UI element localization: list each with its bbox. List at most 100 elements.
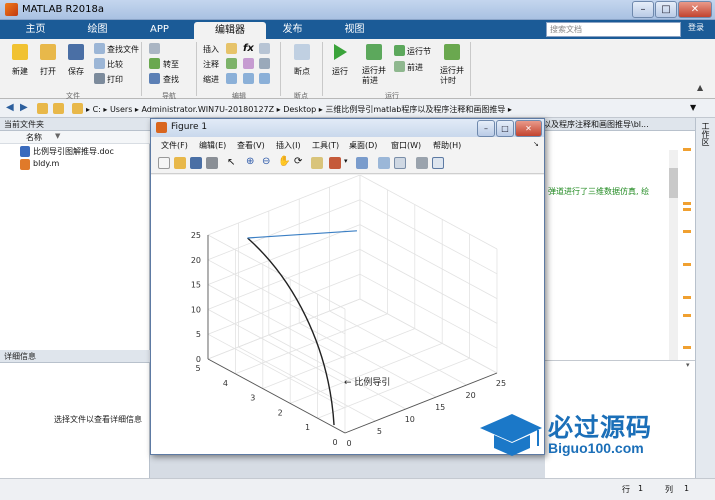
warning-marker[interactable] bbox=[683, 230, 691, 233]
breadcrumb-desktop[interactable]: Desktop bbox=[283, 105, 316, 114]
fx-button[interactable]: fx bbox=[243, 43, 254, 54]
workspace-tab[interactable]: 工作区 bbox=[700, 122, 711, 146]
collapse-ribbon-icon[interactable]: ▲ bbox=[697, 83, 703, 92]
folder-up-icon[interactable] bbox=[37, 103, 48, 114]
print-figure-icon[interactable] bbox=[206, 157, 218, 169]
zoom-out-icon[interactable]: ⊖ bbox=[262, 156, 270, 167]
warning-marker[interactable] bbox=[683, 346, 691, 349]
data-cursor-icon[interactable] bbox=[311, 157, 323, 169]
address-dropdown-icon[interactable]: ▼ bbox=[690, 103, 696, 112]
indent-button[interactable]: 缩进 bbox=[203, 74, 219, 85]
open-file-icon[interactable] bbox=[174, 157, 186, 169]
file-item[interactable]: 比例导引图解推导.doc bbox=[33, 146, 114, 157]
pan-icon[interactable]: ✋ bbox=[278, 156, 290, 167]
rotate-3d-icon[interactable]: ⟳ bbox=[294, 156, 302, 167]
increase-indent-icon[interactable] bbox=[243, 73, 254, 84]
comment-percent-icon[interactable] bbox=[226, 58, 237, 69]
warning-marker[interactable] bbox=[683, 296, 691, 299]
menu-insert[interactable]: 插入(I) bbox=[276, 140, 301, 151]
warning-marker[interactable] bbox=[683, 314, 691, 317]
maximize-button[interactable]: □ bbox=[655, 1, 677, 18]
advance-button[interactable]: 前进 bbox=[407, 62, 423, 73]
tab-editor[interactable]: 编辑器 bbox=[194, 22, 266, 39]
menu-window[interactable]: 窗口(W) bbox=[391, 140, 421, 151]
insert-legend-icon[interactable] bbox=[394, 157, 406, 169]
breakpoints-button[interactable]: 断点 bbox=[294, 66, 310, 77]
minimize-button[interactable]: – bbox=[632, 1, 654, 18]
name-column-header[interactable]: 名称 bbox=[26, 132, 42, 143]
brush-icon[interactable] bbox=[329, 157, 341, 169]
file-item[interactable]: bldy.m bbox=[33, 159, 59, 168]
save-button[interactable]: 保存 bbox=[68, 66, 84, 77]
pointer-icon[interactable]: ↖ bbox=[227, 157, 235, 168]
missile-trajectory-line bbox=[247, 237, 335, 426]
dock-arrow-icon[interactable]: ↘ bbox=[533, 140, 539, 148]
tick-label: 4 bbox=[223, 379, 228, 388]
command-window-menu-icon[interactable]: ▾ bbox=[686, 361, 690, 369]
zoom-in-icon[interactable]: ⊕ bbox=[246, 156, 254, 167]
warning-marker[interactable] bbox=[683, 202, 691, 205]
tab-plots[interactable]: 绘图 bbox=[70, 20, 125, 39]
save-figure-icon[interactable] bbox=[190, 157, 202, 169]
editor-tab-path[interactable]: 以及程序注释和画图推导\bl... bbox=[543, 119, 649, 130]
brush-dropdown-icon[interactable]: ▾ bbox=[344, 157, 348, 165]
print-button[interactable]: 打印 bbox=[107, 74, 123, 85]
uncomment-icon[interactable] bbox=[259, 58, 270, 69]
run-and-time-button[interactable]: 运行并 计时 bbox=[440, 66, 464, 86]
open-button[interactable]: 打开 bbox=[40, 66, 56, 77]
warning-marker[interactable] bbox=[683, 263, 691, 266]
insert-function-icon[interactable] bbox=[259, 43, 270, 54]
breadcrumb-users[interactable]: Users bbox=[110, 105, 132, 114]
breadcrumb-administrator[interactable]: Administrator.WIN7U-20180127Z bbox=[141, 105, 274, 114]
menu-desktop[interactable]: 桌面(D) bbox=[349, 140, 377, 151]
goto-button[interactable]: 转至 bbox=[163, 59, 179, 70]
search-documentation-input[interactable]: 搜索文档 bbox=[546, 22, 681, 37]
run-button[interactable]: 运行 bbox=[332, 66, 348, 77]
run-section-button[interactable]: 运行节 bbox=[407, 46, 431, 57]
warning-marker[interactable] bbox=[683, 148, 691, 151]
tab-publish[interactable]: 发布 bbox=[265, 20, 320, 39]
breadcrumb-root[interactable]: ▸ C: ▸ Users ▸ Administrator.WIN7U-20180… bbox=[86, 104, 512, 115]
warning-marker[interactable] bbox=[683, 208, 691, 211]
insert-colorbar-icon[interactable] bbox=[378, 157, 390, 169]
editor-scroll-thumb[interactable] bbox=[669, 168, 678, 198]
figure-maximize-button[interactable]: □ bbox=[496, 120, 514, 137]
figure-minimize-button[interactable]: – bbox=[477, 120, 495, 137]
breadcrumb-c[interactable]: C: bbox=[93, 105, 101, 114]
forward-arrow-icon[interactable]: ▶ bbox=[20, 102, 28, 113]
breadcrumb-project-folder[interactable]: 三维比例导引matlab程序以及程序注释和画图推导 bbox=[325, 105, 505, 114]
tab-home[interactable]: 主页 bbox=[8, 20, 63, 39]
decrease-indent-icon[interactable] bbox=[259, 73, 270, 84]
sort-arrow-icon[interactable]: ▼ bbox=[55, 132, 60, 140]
run-and-advance-button[interactable]: 运行并 前进 bbox=[362, 66, 386, 86]
figure-window[interactable]: Figure 1 – □ ✕ 文件(F) 编辑(E) 查看(V) 插入(I) 工… bbox=[150, 118, 545, 455]
nav-back-icon[interactable] bbox=[149, 43, 160, 54]
tab-apps[interactable]: APP bbox=[132, 20, 187, 39]
menu-file[interactable]: 文件(F) bbox=[161, 140, 188, 151]
menu-edit[interactable]: 编辑(E) bbox=[199, 140, 226, 151]
back-arrow-icon[interactable]: ◀ bbox=[6, 102, 14, 113]
divider bbox=[280, 42, 281, 96]
tab-view[interactable]: 视图 bbox=[327, 20, 382, 39]
wrap-comments-icon[interactable] bbox=[243, 58, 254, 69]
find-button[interactable]: 查找 bbox=[163, 74, 179, 85]
new-icon bbox=[12, 44, 28, 60]
show-plot-tools-icon[interactable] bbox=[432, 157, 444, 169]
menu-help[interactable]: 帮助(H) bbox=[433, 140, 461, 151]
browse-folder-icon[interactable] bbox=[53, 103, 64, 114]
insert-button[interactable]: 插入 bbox=[203, 44, 219, 55]
compare-button[interactable]: 比较 bbox=[107, 59, 123, 70]
smart-indent-icon[interactable] bbox=[226, 73, 237, 84]
menu-tools[interactable]: 工具(T) bbox=[312, 140, 339, 151]
hide-plot-tools-icon[interactable] bbox=[416, 157, 428, 169]
link-plot-icon[interactable] bbox=[356, 157, 368, 169]
new-button[interactable]: 新建 bbox=[12, 66, 28, 77]
login-button[interactable]: 登录 bbox=[688, 22, 704, 37]
comment-button[interactable]: 注释 bbox=[203, 59, 219, 70]
find-files-button[interactable]: 查找文件 bbox=[107, 44, 139, 55]
figure-close-button[interactable]: ✕ bbox=[515, 120, 542, 137]
insert-section-icon[interactable] bbox=[226, 43, 237, 54]
menu-view[interactable]: 查看(V) bbox=[237, 140, 265, 151]
close-button[interactable]: ✕ bbox=[678, 1, 712, 18]
new-figure-icon[interactable] bbox=[158, 157, 170, 169]
